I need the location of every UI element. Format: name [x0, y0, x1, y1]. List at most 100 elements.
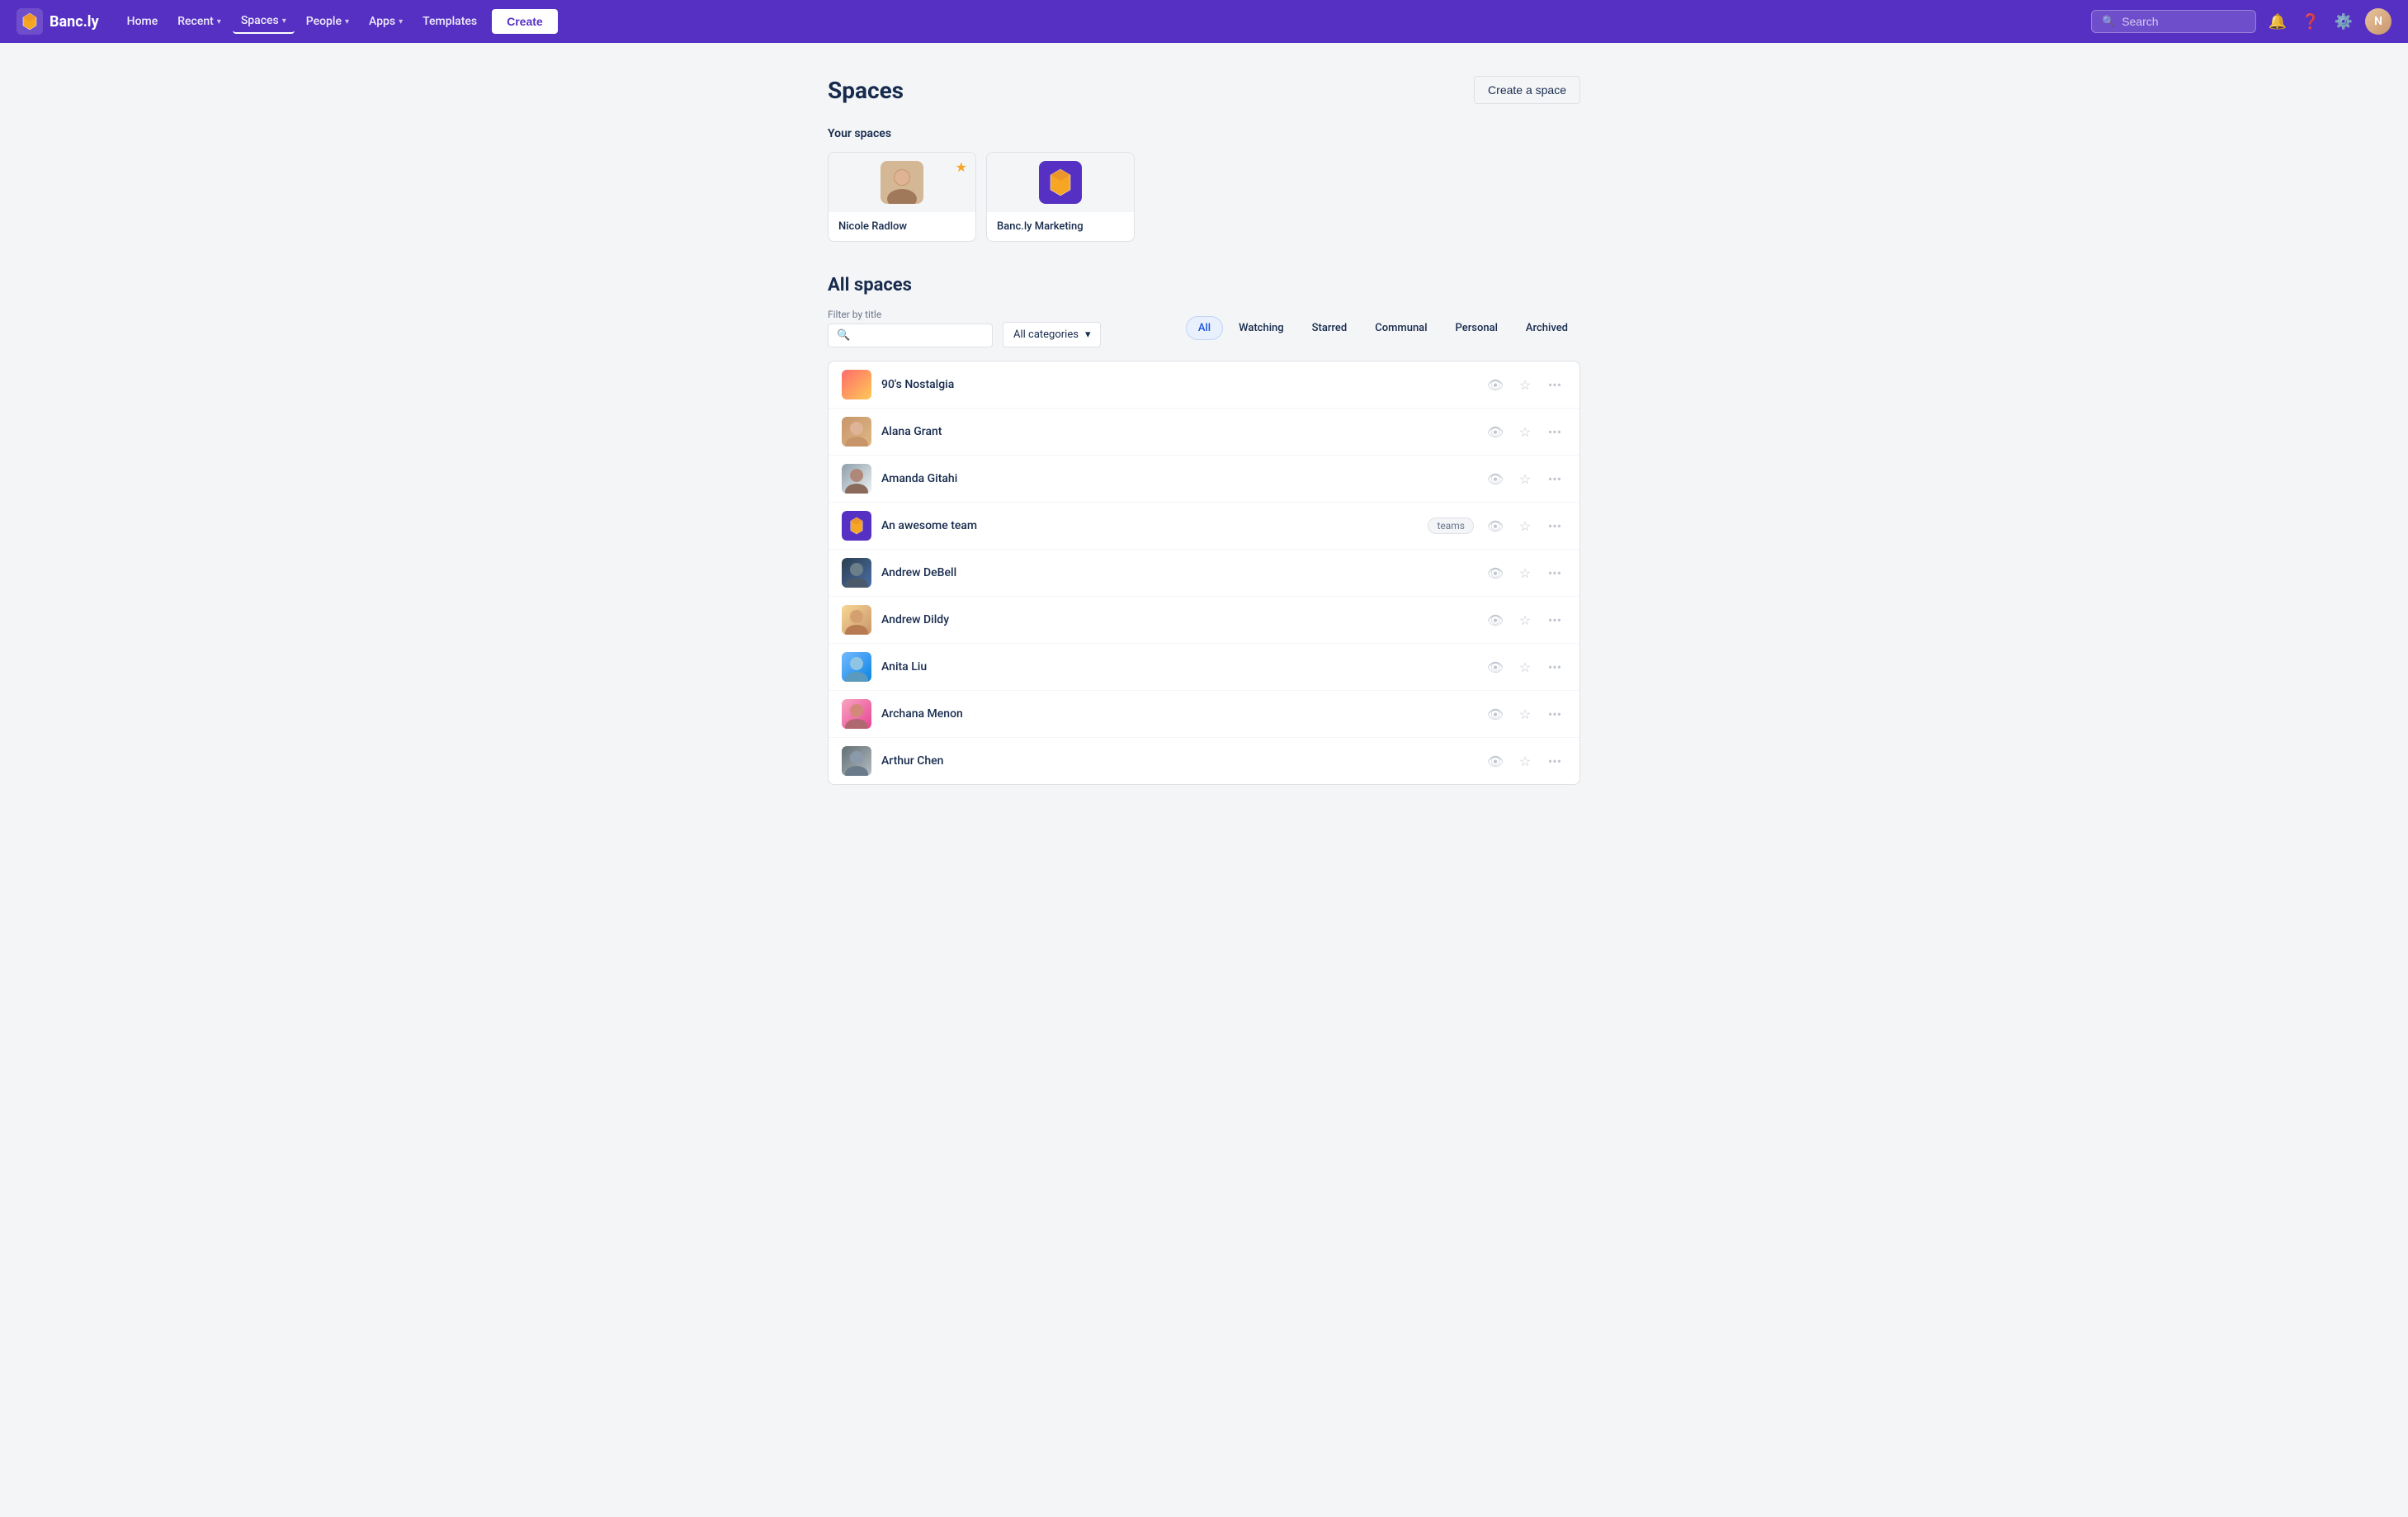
space-name-arthur: Arthur Chen — [881, 754, 1474, 768]
more-icon-andrew-dildy[interactable]: ••• — [1543, 608, 1566, 631]
space-card-header-nicole: ★ — [829, 153, 975, 212]
space-name-amanda: Amanda Gitahi — [881, 472, 1474, 485]
space-avatar-awesome — [842, 511, 871, 541]
filter-left: Filter by title 🔍 All categories ▾ — [828, 309, 1101, 347]
main-content: Spaces Create a space Your spaces — [808, 43, 1600, 818]
space-row-andrew-debell[interactable]: Andrew DeBell 👁 ☆ ••• — [829, 550, 1579, 597]
create-button[interactable]: Create — [492, 9, 558, 34]
star-icon-awesome[interactable]: ☆ — [1513, 514, 1537, 537]
space-avatar-anita — [842, 652, 871, 682]
space-card-name-nicole: Nicole Radlow — [829, 212, 975, 241]
space-actions-anita: 👁 ☆ ••• — [1484, 655, 1566, 678]
space-row-anita[interactable]: Anita Liu 👁 ☆ ••• — [829, 644, 1579, 691]
star-icon-anita[interactable]: ☆ — [1513, 655, 1537, 678]
space-actions-andrew-debell: 👁 ☆ ••• — [1484, 561, 1566, 584]
nav-templates[interactable]: Templates — [414, 10, 485, 33]
filter-tab-starred[interactable]: Starred — [1300, 316, 1360, 340]
space-row-nostalgia[interactable]: 90's Nostalgia 👁 ☆ ••• — [829, 362, 1579, 409]
your-spaces-section: Your spaces ★ Nicole Ra — [828, 127, 1580, 242]
space-name-archana: Archana Menon — [881, 707, 1474, 721]
navbar: Banc.ly Home Recent ▾ Spaces ▾ People ▾ … — [0, 0, 2408, 43]
notifications-icon[interactable]: 🔔 — [2266, 10, 2289, 33]
space-row-arthur[interactable]: Arthur Chen 👁 ☆ ••• — [829, 738, 1579, 784]
star-icon-archana[interactable]: ☆ — [1513, 702, 1537, 725]
search-bar[interactable]: 🔍 — [2091, 10, 2256, 33]
more-icon-alana[interactable]: ••• — [1543, 420, 1566, 443]
nav-home[interactable]: Home — [119, 10, 167, 33]
space-actions-alana: 👁 ☆ ••• — [1484, 420, 1566, 443]
filter-search-input[interactable] — [855, 329, 984, 342]
star-icon-nostalgia[interactable]: ☆ — [1513, 373, 1537, 396]
app-name: Banc.ly — [50, 13, 99, 31]
space-name-nostalgia: 90's Nostalgia — [881, 378, 1474, 391]
more-icon-anita[interactable]: ••• — [1543, 655, 1566, 678]
space-card-nicole[interactable]: ★ Nicole Radlow — [828, 152, 976, 242]
all-spaces-section: All spaces Filter by title 🔍 All categor… — [828, 275, 1580, 785]
more-icon-arthur[interactable]: ••• — [1543, 749, 1566, 773]
watch-icon-alana[interactable]: 👁 — [1484, 420, 1507, 443]
apps-chevron-icon: ▾ — [399, 17, 403, 26]
help-icon[interactable]: ❓ — [2299, 10, 2322, 33]
search-icon: 🔍 — [2102, 16, 2115, 28]
people-chevron-icon: ▾ — [345, 17, 349, 26]
watch-icon-andrew-dildy[interactable]: 👁 — [1484, 608, 1507, 631]
space-avatar-archana — [842, 699, 871, 729]
all-spaces-title: All spaces — [828, 275, 1580, 295]
filter-tab-all[interactable]: All — [1186, 316, 1223, 340]
filter-search-box[interactable]: 🔍 — [828, 324, 993, 347]
filter-tab-personal[interactable]: Personal — [1443, 316, 1510, 340]
star-icon-andrew-dildy[interactable]: ☆ — [1513, 608, 1537, 631]
filter-tab-communal[interactable]: Communal — [1362, 316, 1439, 340]
more-icon-andrew-debell[interactable]: ••• — [1543, 561, 1566, 584]
star-icon-amanda[interactable]: ☆ — [1513, 467, 1537, 490]
space-row-alana[interactable]: Alana Grant 👁 ☆ ••• — [829, 409, 1579, 456]
space-name-anita: Anita Liu — [881, 660, 1474, 673]
person-avatar-icon — [881, 161, 923, 204]
space-cards: ★ Nicole Radlow Banc.ly Marketing — [828, 152, 1580, 242]
search-input[interactable] — [2122, 15, 2245, 28]
space-actions-nostalgia: 👁 ☆ ••• — [1484, 373, 1566, 396]
space-avatar-andrew-debell — [842, 558, 871, 588]
nav-spaces[interactable]: Spaces ▾ — [233, 9, 295, 34]
space-avatar-nostalgia — [842, 370, 871, 399]
space-avatar-alana — [842, 417, 871, 447]
create-space-button[interactable]: Create a space — [1474, 76, 1580, 104]
more-icon-nostalgia[interactable]: ••• — [1543, 373, 1566, 396]
filter-label: Filter by title — [828, 309, 993, 320]
watch-icon-andrew-debell[interactable]: 👁 — [1484, 561, 1507, 584]
more-icon-awesome[interactable]: ••• — [1543, 514, 1566, 537]
space-card-bancly[interactable]: Banc.ly Marketing — [986, 152, 1135, 242]
filter-row: Filter by title 🔍 All categories ▾ All W… — [828, 309, 1580, 347]
spaces-chevron-icon: ▾ — [282, 17, 286, 26]
app-logo[interactable]: Banc.ly — [17, 8, 99, 35]
category-select[interactable]: All categories ▾ — [1003, 322, 1101, 347]
star-icon-andrew-debell[interactable]: ☆ — [1513, 561, 1537, 584]
nav-people[interactable]: People ▾ — [298, 10, 357, 33]
settings-icon[interactable]: ⚙️ — [2332, 10, 2355, 33]
space-row-amanda[interactable]: Amanda Gitahi 👁 ☆ ••• — [829, 456, 1579, 503]
filter-search-icon: 🔍 — [837, 329, 850, 342]
star-icon-alana[interactable]: ☆ — [1513, 420, 1537, 443]
page-header: Spaces Create a space — [828, 76, 1580, 104]
recent-chevron-icon: ▾ — [217, 17, 221, 26]
space-row-archana[interactable]: Archana Menon 👁 ☆ ••• — [829, 691, 1579, 738]
space-row-andrew-dildy[interactable]: Andrew Dildy 👁 ☆ ••• — [829, 597, 1579, 644]
watch-icon-arthur[interactable]: 👁 — [1484, 749, 1507, 773]
filter-tab-watching[interactable]: Watching — [1226, 316, 1296, 340]
watch-icon-awesome[interactable]: 👁 — [1484, 514, 1507, 537]
more-icon-amanda[interactable]: ••• — [1543, 467, 1566, 490]
space-row-awesome[interactable]: An awesome team teams 👁 ☆ ••• — [829, 503, 1579, 550]
more-icon-archana[interactable]: ••• — [1543, 702, 1566, 725]
star-icon-arthur[interactable]: ☆ — [1513, 749, 1537, 773]
filter-tab-archived[interactable]: Archived — [1513, 316, 1580, 340]
space-actions-amanda: 👁 ☆ ••• — [1484, 467, 1566, 490]
nav-recent[interactable]: Recent ▾ — [169, 10, 229, 33]
watch-icon-amanda[interactable]: 👁 — [1484, 467, 1507, 490]
space-avatar-amanda — [842, 464, 871, 494]
watch-icon-archana[interactable]: 👁 — [1484, 702, 1507, 725]
avatar[interactable]: N — [2365, 8, 2391, 35]
watch-icon-anita[interactable]: 👁 — [1484, 655, 1507, 678]
watch-icon-nostalgia[interactable]: 👁 — [1484, 373, 1507, 396]
filter-search-group: Filter by title 🔍 — [828, 309, 993, 347]
nav-apps[interactable]: Apps ▾ — [361, 10, 411, 33]
